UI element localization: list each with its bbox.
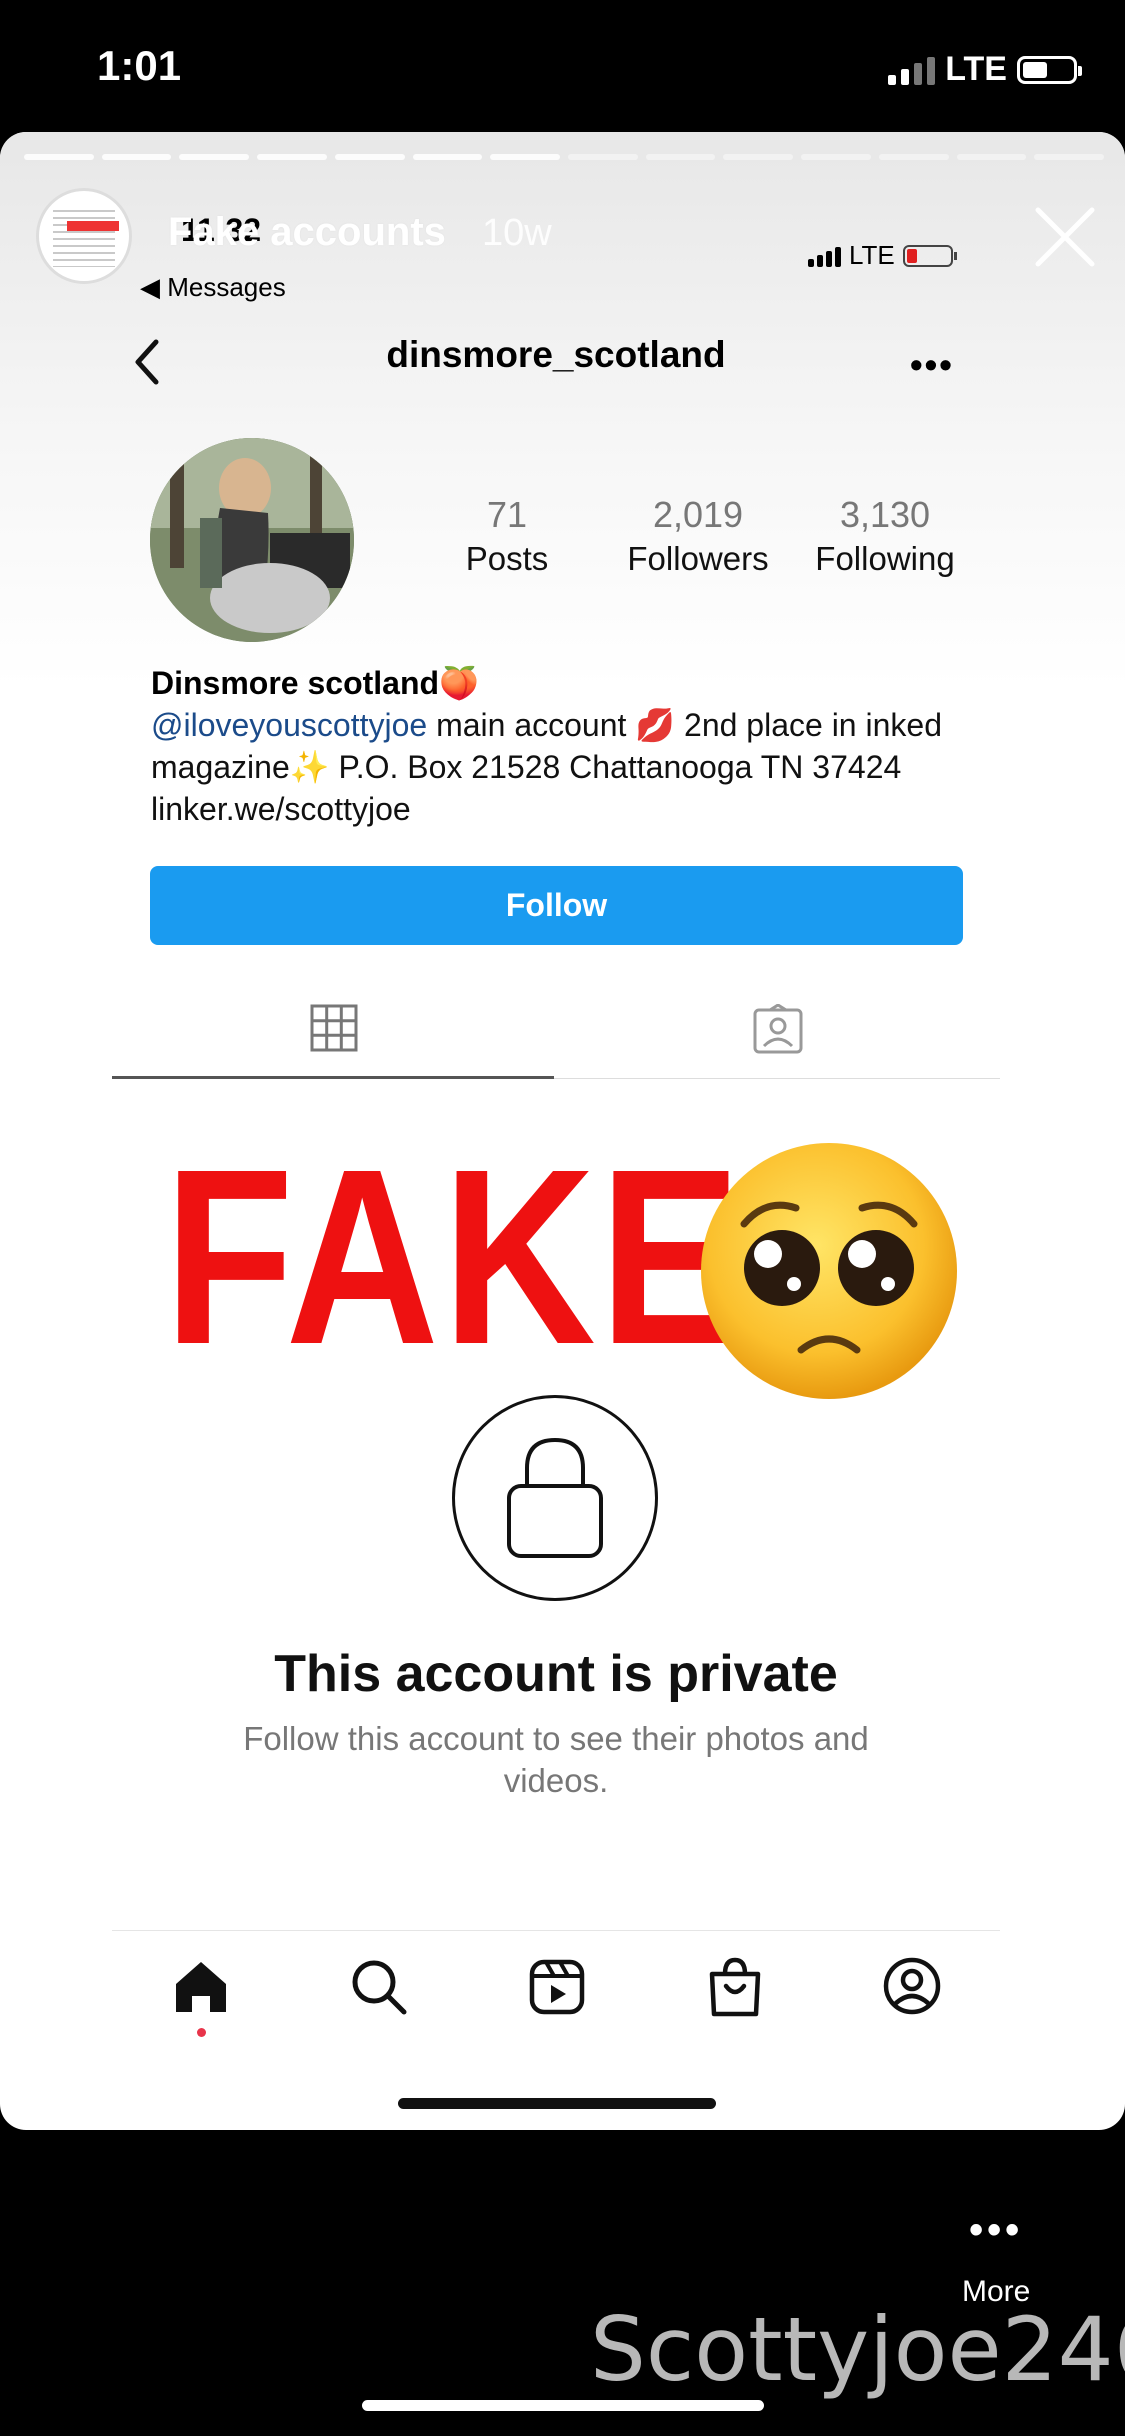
inner-home-indicator: [398, 2098, 716, 2109]
inner-battery-icon: [902, 244, 957, 267]
home-indicator[interactable]: [362, 2400, 764, 2411]
inner-network-label: LTE: [849, 240, 895, 270]
inner-status-indicators: LTE: [808, 240, 957, 271]
story-progress-bar: [24, 154, 1105, 160]
os-time: 1:01: [97, 42, 182, 89]
story-title[interactable]: Fake accounts: [168, 210, 446, 255]
stat-following[interactable]: 3,130 Following: [800, 494, 970, 578]
os-status-indicators: LTE: [888, 50, 1082, 89]
profile-icon: [883, 1957, 941, 2015]
profile-username: dinsmore_scotland: [386, 334, 726, 375]
grid-tab-icon[interactable]: [310, 1004, 358, 1052]
signal-icon: [888, 55, 936, 85]
story-avatar[interactable]: [36, 188, 132, 284]
reels-icon: [529, 1959, 585, 2015]
active-tab-indicator: [112, 1076, 554, 1079]
fake-sticker-text: FAKE: [164, 1117, 745, 1396]
profile-display-name: Dinsmore scotland🍑: [151, 665, 479, 701]
inner-back-to-messages: ◀ Messages: [140, 272, 286, 302]
follow-button[interactable]: Follow: [150, 866, 963, 945]
search-icon: [352, 1960, 407, 2015]
story-age: 10w: [482, 212, 552, 254]
bottom-nav-divider: [112, 1930, 1000, 1931]
home-icon: [176, 1962, 226, 2012]
more-button[interactable]: ••• More: [962, 2208, 1030, 2309]
private-account-subtitle: Follow this account to see their photos …: [243, 1720, 869, 1799]
inner-signal-icon: [808, 245, 841, 267]
bio-mention-link[interactable]: @iloveyouscottyjoe: [151, 707, 427, 743]
stat-followers[interactable]: 2,019 Followers: [608, 494, 788, 578]
stat-posts: 71 Posts: [465, 494, 549, 577]
shop-icon: [709, 1957, 761, 2017]
lock-icon: [507, 1437, 603, 1558]
more-options-icon: •••: [910, 344, 954, 385]
profile-bio: @iloveyouscottyjoe main account 💋 2nd pl…: [151, 704, 971, 830]
back-chevron-icon: [135, 339, 159, 385]
tagged-tab-icon[interactable]: [752, 1004, 804, 1056]
notification-dot: [197, 2028, 206, 2037]
profile-picture: [150, 438, 354, 642]
pleading-face-emoji-icon: [701, 1143, 957, 1399]
private-account-title: This account is private: [274, 1645, 838, 1703]
close-icon[interactable]: [1032, 204, 1098, 270]
battery-icon: [1017, 55, 1082, 84]
story-card[interactable]: 11:32 Fake accounts 10w ◀ Messages LTE d…: [0, 132, 1125, 2130]
more-dots-icon: •••: [969, 2208, 1024, 2252]
network-label: LTE: [945, 50, 1007, 88]
watermark-text: Scottyjoe246: [590, 2298, 1125, 2401]
